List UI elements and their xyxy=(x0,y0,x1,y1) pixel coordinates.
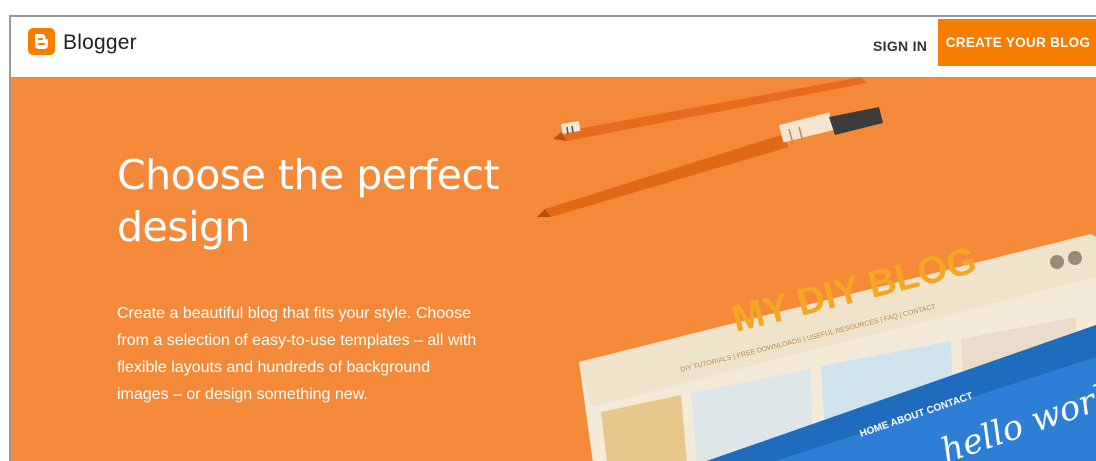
blogger-logo-icon[interactable] xyxy=(28,28,55,55)
paintbrush-graphic xyxy=(537,107,883,217)
design-illustration: MY DIY BLOG DIY TUTORIALS | FREE DOWNLOA… xyxy=(537,77,1096,461)
google-plus-icon xyxy=(1050,255,1064,269)
create-your-blog-button[interactable]: CREATE YOUR BLOG xyxy=(938,19,1096,66)
top-header: Blogger SIGN IN CREATE YOUR BLOG xyxy=(11,17,1096,77)
hero-description: Create a beautiful blog that fits your s… xyxy=(117,305,477,403)
hero-title: Choose the perfect design xyxy=(117,151,500,251)
sign-in-link[interactable]: SIGN IN xyxy=(873,38,927,54)
hero-section: Choose the perfect design Create a beaut… xyxy=(11,77,1096,461)
browser-viewport: Blogger SIGN IN CREATE YOUR BLOG Choose … xyxy=(9,15,1096,461)
blogger-b-glyph xyxy=(35,34,48,49)
blogger-wordmark[interactable]: Blogger xyxy=(63,31,137,55)
facebook-icon xyxy=(1068,251,1082,265)
